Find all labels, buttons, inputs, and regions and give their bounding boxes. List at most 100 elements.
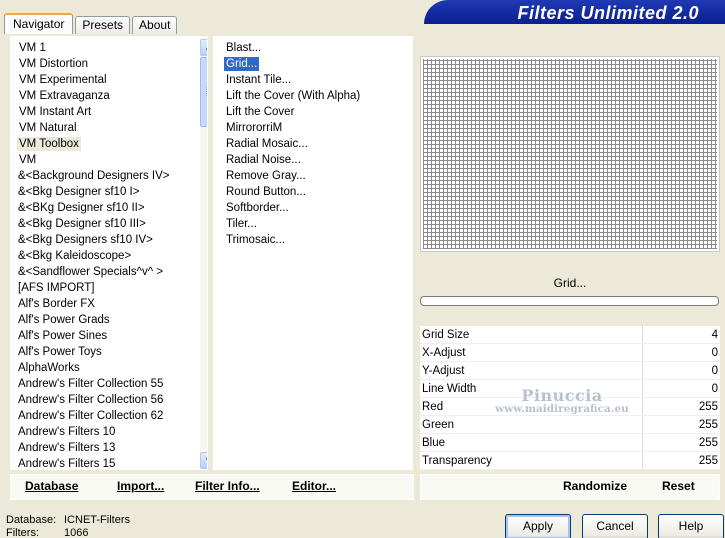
category-item[interactable]: Andrew's Filters 13: [11, 440, 207, 456]
category-item[interactable]: VM Experimental: [11, 72, 207, 88]
database-button[interactable]: Database: [25, 479, 78, 493]
param-label: Y-Adjust: [422, 365, 465, 377]
filter-label: Tiler...: [226, 218, 257, 230]
param-value[interactable]: 255: [699, 416, 718, 434]
param-row[interactable]: Y-Adjust 0: [420, 362, 720, 380]
category-label: VM Toolbox: [17, 137, 81, 151]
preview-frame: [420, 56, 720, 252]
database-value: ICNET-Filters: [64, 514, 130, 526]
filter-label: Remove Gray...: [226, 170, 306, 182]
filter-item[interactable]: Blast...: [214, 40, 412, 56]
category-item[interactable]: VM: [11, 152, 207, 168]
category-item[interactable]: &<Sandflower Specials^v^ >: [11, 264, 207, 280]
category-item[interactable]: &<Bkg Designer sf10 III>: [11, 216, 207, 232]
filter-label: Instant Tile...: [226, 74, 292, 86]
category-label: Alf's Power Toys: [18, 346, 102, 358]
filter-item[interactable]: Softborder...: [214, 200, 412, 216]
category-item[interactable]: &<Bkg Designers sf10 IV>: [11, 232, 207, 248]
filter-label: Radial Noise...: [226, 154, 301, 166]
category-item[interactable]: Alf's Power Grads: [11, 312, 207, 328]
category-item[interactable]: Andrew's Filter Collection 56: [11, 392, 207, 408]
category-label: &<Bkg Designers sf10 IV>: [18, 234, 153, 246]
category-scrollbar[interactable]: ▲ ▼: [200, 39, 207, 469]
filter-item[interactable]: Grid...: [214, 56, 412, 72]
param-row[interactable]: Red 255: [420, 398, 720, 416]
filter-list[interactable]: Blast... Grid... Instant Tile... Lift the C…: [213, 36, 413, 470]
category-item[interactable]: Alf's Border FX: [11, 296, 207, 312]
reset-button[interactable]: Reset: [662, 479, 695, 493]
filter-item[interactable]: Radial Noise...: [214, 152, 412, 168]
category-item[interactable]: Andrew's Filters 10: [11, 424, 207, 440]
param-value[interactable]: 255: [699, 452, 718, 470]
apply-button[interactable]: Apply: [505, 514, 571, 538]
filter-item[interactable]: MirrororriM: [214, 120, 412, 136]
category-item[interactable]: &<Bkg Designer sf10 I>: [11, 184, 207, 200]
filter-label: Lift the Cover: [226, 106, 295, 118]
tab-navigator[interactable]: Navigator: [4, 13, 74, 34]
category-list[interactable]: VM 1 VM Distortion VM Experimental VM Extra…: [10, 36, 208, 470]
scroll-down-button[interactable]: ▼: [200, 452, 207, 469]
category-item[interactable]: VM 1: [11, 40, 207, 56]
help-button[interactable]: Help: [658, 514, 724, 538]
filter-item[interactable]: Trimosaic...: [214, 232, 412, 248]
category-item[interactable]: &<Background Designers IV>: [11, 168, 207, 184]
filter-item[interactable]: Round Button...: [214, 184, 412, 200]
category-item[interactable]: VM Distortion: [11, 56, 207, 72]
param-label: Green: [422, 419, 454, 431]
import-button[interactable]: Import...: [117, 479, 164, 493]
category-item[interactable]: Andrew's Filters 15: [11, 456, 207, 470]
category-label: AlphaWorks: [18, 362, 80, 374]
param-value[interactable]: 255: [699, 434, 718, 452]
category-item[interactable]: AlphaWorks: [11, 360, 207, 376]
category-item[interactable]: Alf's Power Sines: [11, 328, 207, 344]
category-label: Andrew's Filters 10: [18, 426, 116, 438]
param-value[interactable]: 255: [699, 398, 718, 416]
randomize-button[interactable]: Randomize: [563, 479, 627, 493]
param-row[interactable]: Blue 255: [420, 434, 720, 452]
param-row[interactable]: X-Adjust 0: [420, 344, 720, 362]
category-label: VM: [19, 154, 37, 166]
filter-item[interactable]: Tiler...: [214, 216, 412, 232]
filter-item[interactable]: Remove Gray...: [214, 168, 412, 184]
category-item[interactable]: Andrew's Filter Collection 62: [11, 408, 207, 424]
category-item[interactable]: VM Toolbox: [11, 136, 207, 152]
editor-button[interactable]: Editor...: [292, 479, 336, 493]
category-label: Andrew's Filters 15: [18, 458, 116, 470]
tab-presets[interactable]: Presets: [75, 16, 131, 34]
category-item[interactable]: VM Extravaganza: [11, 88, 207, 104]
category-label: Andrew's Filter Collection 55: [18, 378, 164, 390]
param-value[interactable]: 4: [712, 326, 718, 344]
filter-item[interactable]: Radial Mosaic...: [214, 136, 412, 152]
filter-item[interactable]: Lift the Cover: [214, 104, 412, 120]
category-item[interactable]: &<Bkg Kaleidoscope>: [11, 248, 207, 264]
param-row[interactable]: Line Width 0: [420, 380, 720, 398]
database-label: Database:: [6, 514, 57, 526]
param-value[interactable]: 0: [712, 362, 718, 380]
param-row[interactable]: Green 255: [420, 416, 720, 434]
filter-info-button[interactable]: Filter Info...: [195, 479, 260, 493]
category-label: VM 1: [19, 42, 46, 54]
category-label: Alf's Power Grads: [18, 314, 110, 326]
param-label: Grid Size: [422, 329, 470, 341]
category-item[interactable]: [AFS IMPORT]: [11, 280, 207, 296]
scroll-thumb[interactable]: [200, 57, 207, 127]
category-item[interactable]: VM Natural: [11, 120, 207, 136]
database-info: Database: ICNET-Filters Filters: 1066: [6, 514, 130, 538]
param-label: Line Width: [422, 383, 477, 395]
category-item[interactable]: Alf's Power Toys: [11, 344, 207, 360]
progress-bar: [420, 296, 719, 306]
cancel-button[interactable]: Cancel: [582, 514, 648, 538]
category-item[interactable]: VM Instant Art: [11, 104, 207, 120]
param-row[interactable]: Transparency 255: [420, 452, 720, 470]
filter-item[interactable]: Instant Tile...: [214, 72, 412, 88]
param-value[interactable]: 0: [712, 380, 718, 398]
param-row[interactable]: Grid Size 4: [420, 326, 720, 344]
category-items: VM 1 VM Distortion VM Experimental VM Extra…: [11, 37, 207, 470]
category-item[interactable]: Andrew's Filter Collection 55: [11, 376, 207, 392]
scroll-up-button[interactable]: ▲: [200, 39, 207, 56]
tab-about[interactable]: About: [132, 16, 178, 34]
param-value[interactable]: 0: [712, 344, 718, 362]
filter-item[interactable]: Lift the Cover (With Alpha): [214, 88, 412, 104]
param-label: Transparency: [422, 455, 492, 467]
category-item[interactable]: &<BKg Designer sf10 II>: [11, 200, 207, 216]
